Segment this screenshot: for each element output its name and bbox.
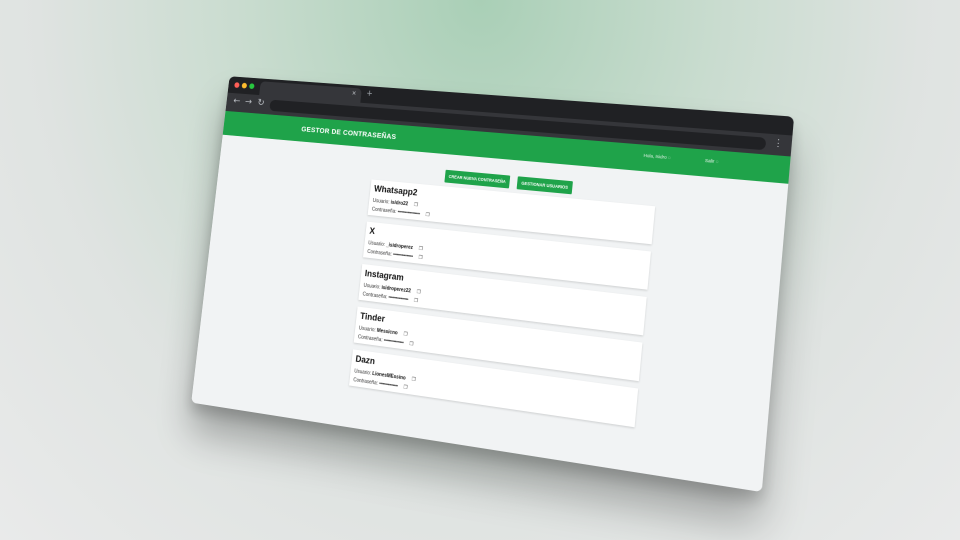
copy-user-icon[interactable]: ❐ [414,202,419,208]
user-value: isidro22 [390,199,409,208]
copy-password-icon[interactable]: ❐ [418,255,423,261]
reload-icon[interactable]: ↻ [257,98,265,109]
card-title: X [369,225,376,237]
password-value: ••••••••••••••• [378,380,398,390]
main-content: CREAR NUEVA CONTRASEÑA GESTIONAR USUARIO… [191,134,789,493]
app-brand[interactable]: GESTOR DE CONTRASEÑAS [301,125,397,141]
user-value: _isidroperez [385,242,414,252]
password-label: Contraseña: [352,377,379,387]
password-list: Whatsapp2 Usuario: isidro22 ❐ Contraseña… [348,179,656,434]
password-row: Contraseña: •••••••••••••••••• ❐ [372,207,430,219]
copy-password-icon[interactable]: ❐ [409,341,414,347]
card-title: Whatsapp2 [373,183,418,198]
browser-menu-icon[interactable]: ⋮ [773,137,784,149]
new-tab-icon[interactable]: + [366,88,373,100]
copy-user-icon[interactable]: ❐ [416,289,421,295]
back-icon[interactable]: ← [233,96,241,107]
user-value: Messicno [376,327,398,337]
password-label: Contraseña: [362,291,388,301]
logout-circle-icon: ◌ [715,158,719,165]
user-label: Usuario: [363,282,381,291]
maximize-window-dot[interactable] [249,83,255,90]
copy-password-icon[interactable]: ❐ [403,384,408,391]
password-label: Contraseña: [357,334,383,344]
copy-password-icon[interactable]: ❐ [414,298,419,304]
password-label: Contraseña: [366,248,393,258]
browser-window: × + ← → ↻ ⋮ GESTOR DE CONTRASEÑAS Hola, … [191,76,795,493]
logout-text: Salir [704,157,715,164]
manage-users-button[interactable]: GESTIONAR USUARIOS [516,176,573,195]
forward-icon[interactable]: → [244,97,252,108]
stage: × + ← → ↻ ⋮ GESTOR DE CONTRASEÑAS Hola, … [0,0,960,540]
minimize-window-dot[interactable] [241,82,248,89]
copy-password-icon[interactable]: ❐ [425,212,430,218]
user-label: Usuario: [358,325,376,334]
password-value: •••••••••••••••••• [397,209,420,218]
card-title: Dazn [355,353,376,367]
user-label: Usuario: [367,240,386,248]
user-value: isidroperez22 [381,284,412,295]
copy-user-icon[interactable]: ❐ [403,331,408,337]
user-label: Usuario: [372,197,390,206]
greeting-link[interactable]: Hola, Isidro ◌ [643,153,671,160]
password-value: •••••••••••••••• [392,251,413,260]
copy-user-icon[interactable]: ❐ [418,246,423,252]
card-title: Tinder [359,310,386,324]
user-label: Usuario: [353,368,372,377]
close-window-dot[interactable] [234,82,240,88]
password-label: Contraseña: [371,206,397,215]
logout-link[interactable]: Salir ◌ [705,158,719,164]
user-circle-icon: ◌ [667,154,671,161]
password-value: •••••••••••••••• [388,294,409,303]
copy-user-icon[interactable]: ❐ [411,377,416,384]
password-value: •••••••••••••••• [383,337,404,347]
create-password-button[interactable]: CREAR NUEVA CONTRASEÑA [444,169,511,189]
greeting-text: Hola, Isidro [643,152,667,160]
card-title: Instagram [364,268,405,283]
close-tab-icon[interactable]: × [351,89,356,98]
